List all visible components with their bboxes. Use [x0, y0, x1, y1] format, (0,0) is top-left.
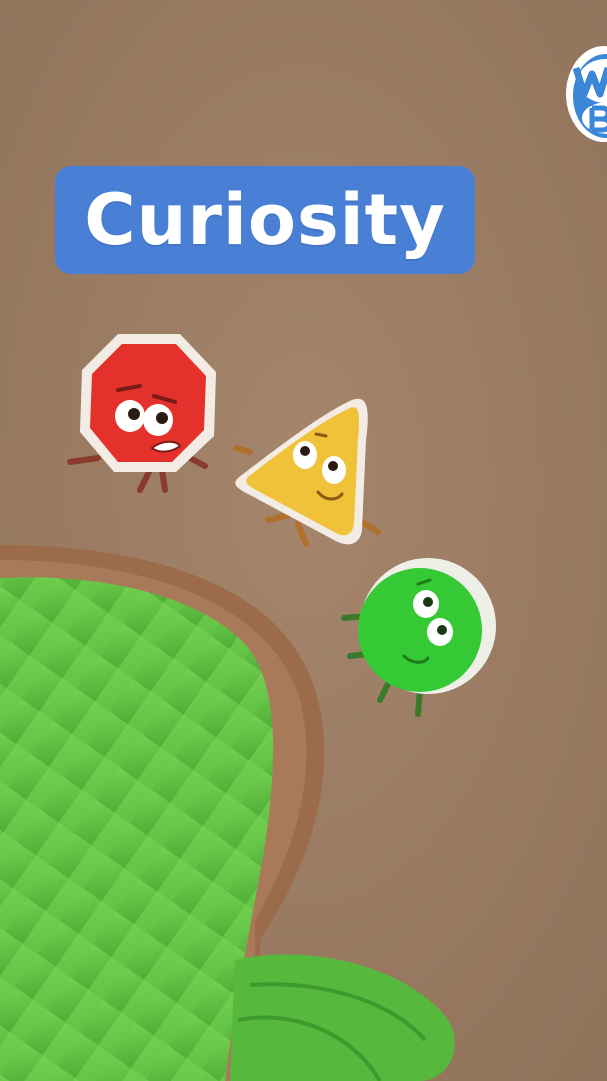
title-chip: Curiosity [55, 166, 475, 274]
scene-artwork [0, 0, 607, 1081]
scene: Curiosity [0, 0, 607, 1081]
channel-logo[interactable] [566, 46, 607, 144]
plant-leaf-large [0, 577, 274, 1081]
title-text: Curiosity [84, 179, 446, 261]
